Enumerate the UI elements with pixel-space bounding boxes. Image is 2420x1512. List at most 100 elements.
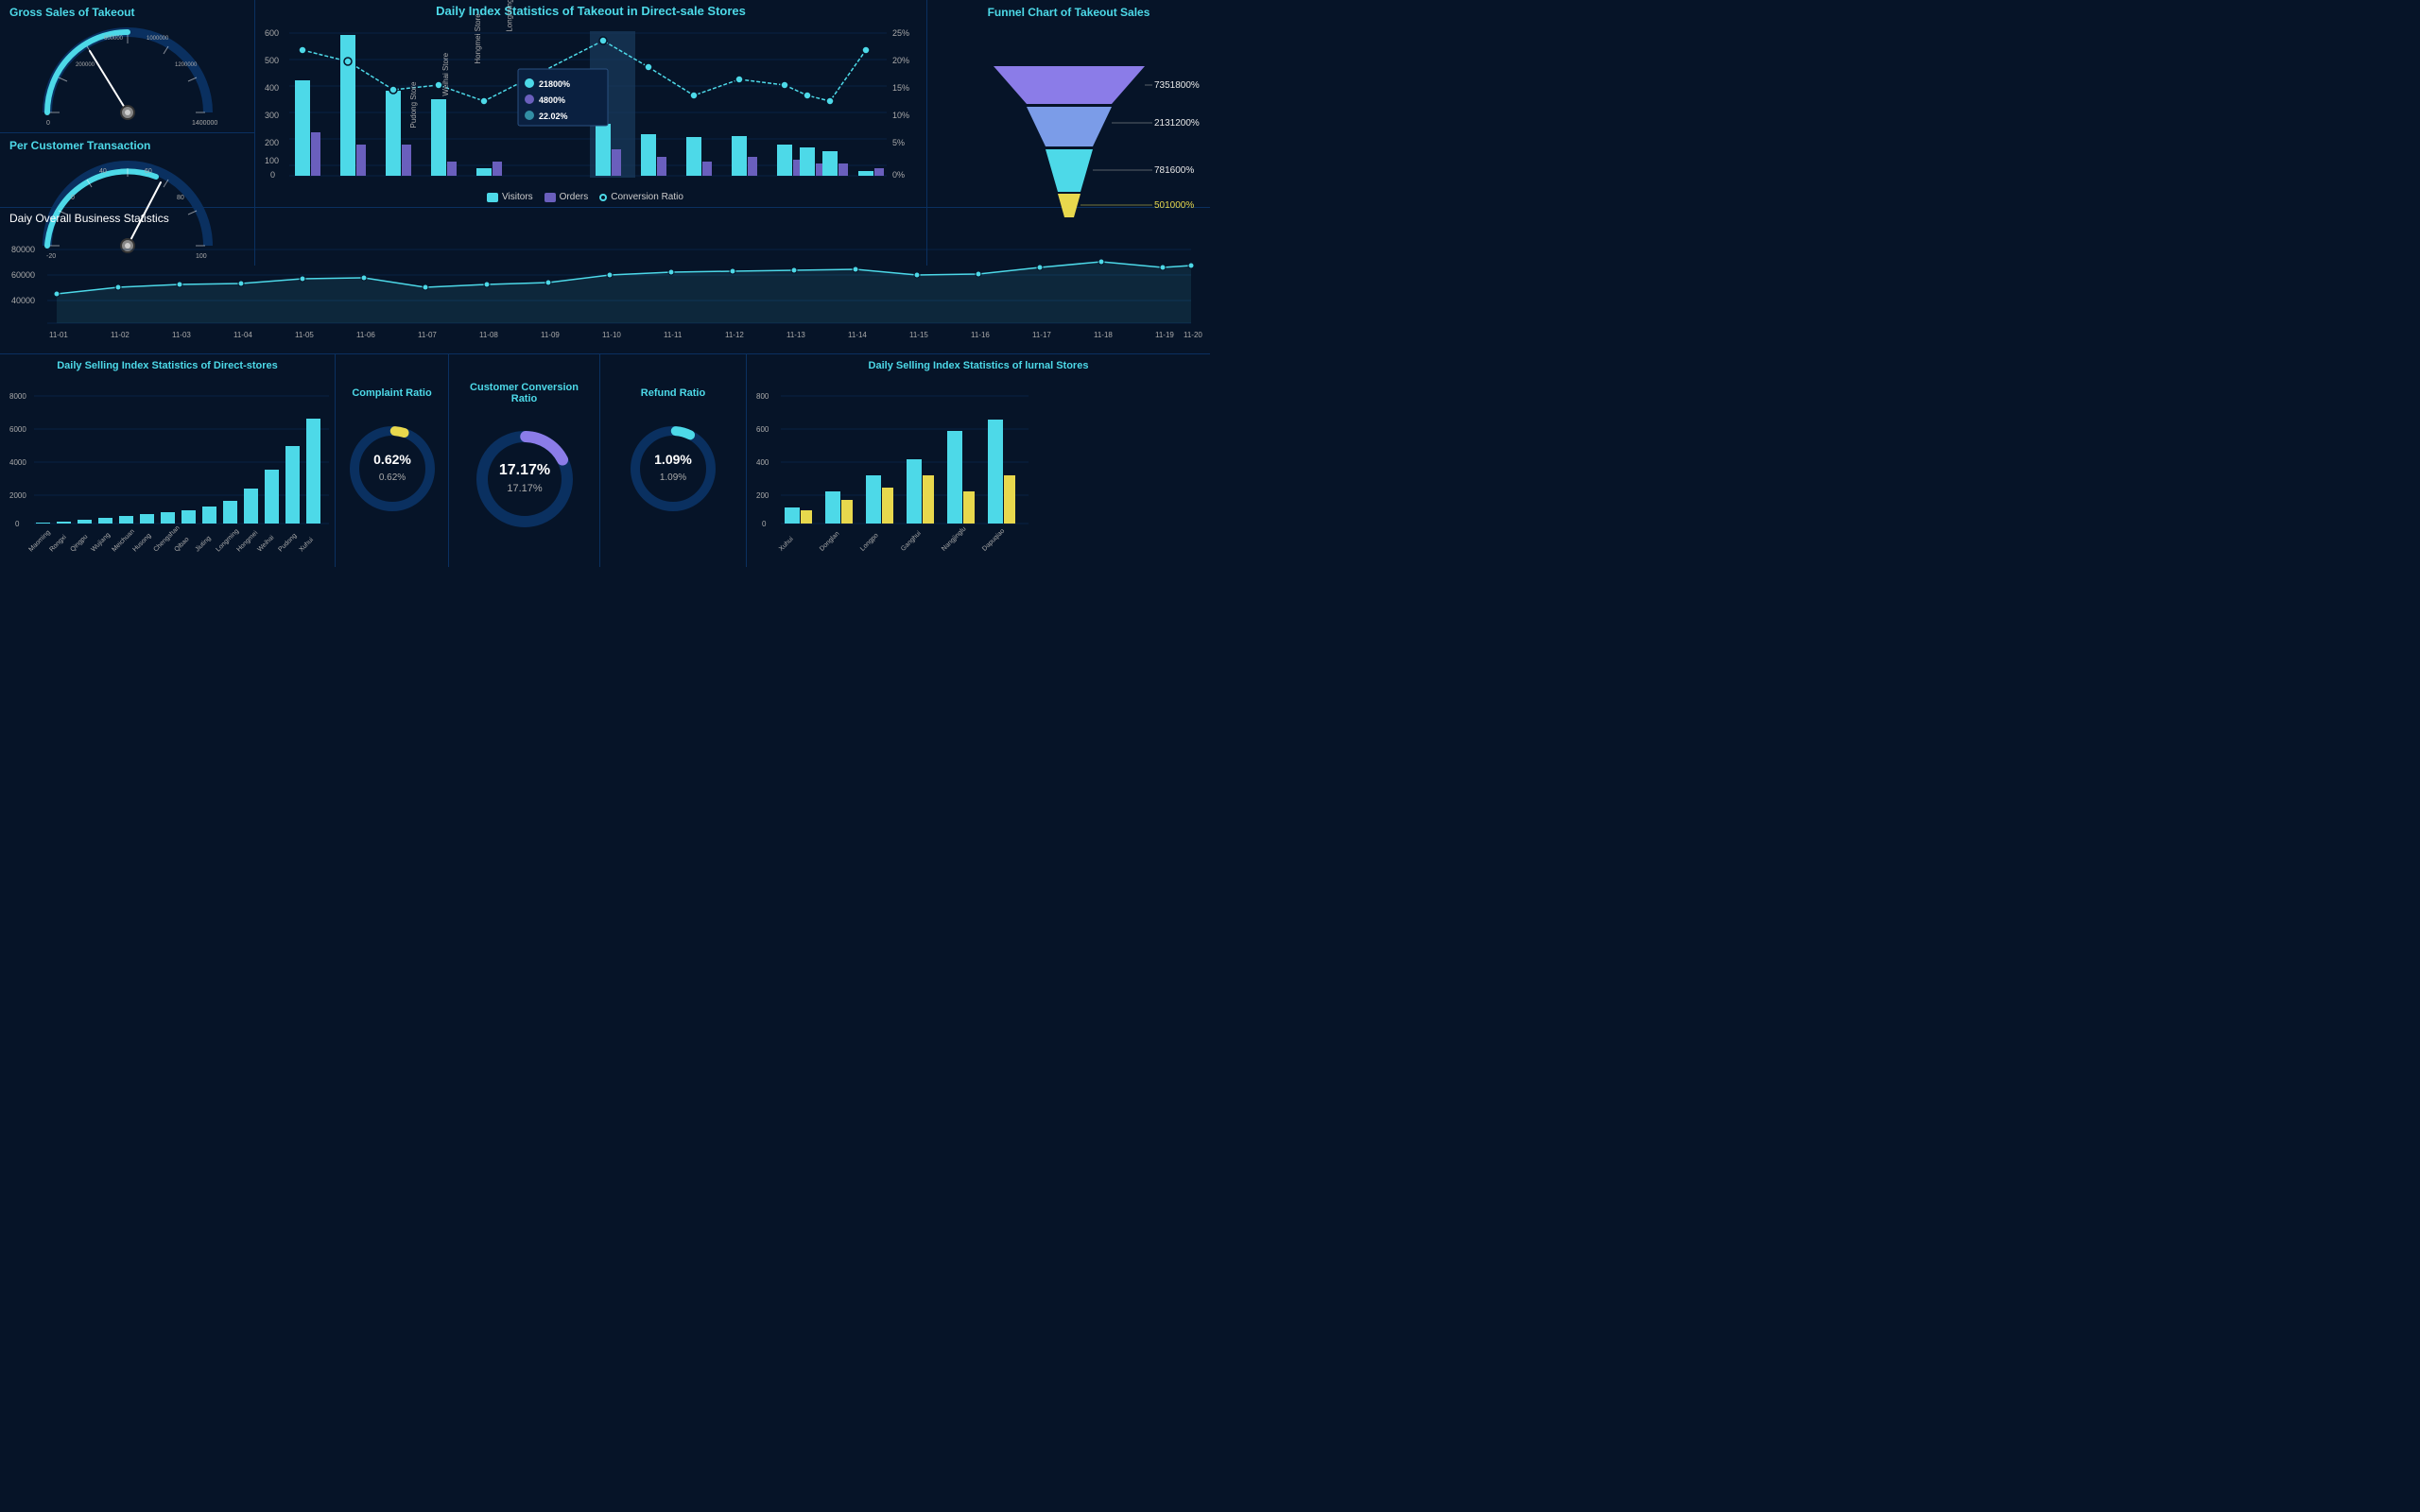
svg-text:11-04: 11-04	[233, 331, 252, 339]
svg-text:60000: 60000	[11, 270, 35, 280]
svg-text:200: 200	[756, 491, 769, 500]
funnel-panel: Funnel Chart of Takeout Sales 7351800% 2…	[926, 0, 1210, 266]
svg-text:11-17: 11-17	[1032, 331, 1051, 339]
svg-text:781600%: 781600%	[1154, 165, 1194, 176]
svg-text:11-06: 11-06	[356, 331, 375, 339]
svg-text:11-02: 11-02	[111, 331, 130, 339]
svg-text:20%: 20%	[892, 56, 909, 65]
svg-text:2131200%: 2131200%	[1154, 118, 1200, 129]
svg-text:1.09%: 1.09%	[660, 472, 686, 483]
svg-text:1200000: 1200000	[175, 62, 198, 68]
conversion-title: Customer Conversion Ratio	[457, 382, 592, 404]
lurnal-stores-title: Daily Selling Index Statistics of lurnal…	[754, 360, 1202, 371]
svg-text:0: 0	[46, 120, 50, 127]
svg-text:15%: 15%	[892, 83, 909, 93]
conversion-card: Customer Conversion Ratio 17.17% 17.17%	[449, 354, 600, 567]
svg-text:200: 200	[265, 138, 279, 147]
chart-legend: Visitors Orders Conversion Ratio	[263, 192, 919, 202]
svg-text:0%: 0%	[892, 170, 905, 180]
svg-text:300: 300	[265, 111, 279, 120]
svg-text:Longpo: Longpo	[859, 532, 880, 553]
svg-text:25%: 25%	[892, 28, 909, 38]
svg-text:11-11: 11-11	[664, 331, 683, 339]
svg-text:Pudong Store: Pudong Store	[409, 81, 418, 128]
svg-text:11-15: 11-15	[909, 331, 928, 339]
svg-text:11-12: 11-12	[725, 331, 744, 339]
svg-text:11-16: 11-16	[971, 331, 990, 339]
bar-line-chart: 600 500 400 300 200 100 0 25% 20% 15% 10…	[263, 22, 919, 262]
svg-text:600: 600	[265, 28, 279, 38]
svg-text:Husong: Husong	[131, 532, 152, 553]
svg-text:Hongmei Store: Hongmei Store	[474, 13, 482, 64]
funnel-title: Funnel Chart of Takeout Sales	[937, 6, 1201, 19]
svg-text:501000%: 501000%	[1154, 200, 1194, 211]
svg-text:400: 400	[756, 458, 769, 467]
svg-text:Longming Store: Longming Store	[506, 0, 514, 32]
svg-text:Qibao: Qibao	[173, 536, 190, 553]
svg-text:0: 0	[15, 520, 20, 528]
svg-text:11-20: 11-20	[1184, 331, 1202, 339]
svg-text:60: 60	[145, 168, 152, 175]
svg-text:11-01: 11-01	[49, 331, 68, 339]
svg-text:80: 80	[177, 195, 184, 201]
svg-text:600: 600	[756, 425, 769, 434]
svg-text:200000: 200000	[76, 62, 95, 68]
svg-text:4800%: 4800%	[539, 95, 565, 105]
svg-text:Maoming: Maoming	[27, 529, 51, 553]
svg-text:Xuhui: Xuhui	[298, 537, 315, 554]
svg-text:800: 800	[756, 392, 769, 401]
svg-text:11-08: 11-08	[479, 331, 498, 339]
svg-text:0.62%: 0.62%	[373, 452, 411, 467]
svg-text:1000000: 1000000	[147, 36, 169, 42]
svg-text:Dapuqiao: Dapuqiao	[981, 528, 1006, 553]
svg-text:Weihai: Weihai	[256, 534, 275, 553]
svg-text:17.17%: 17.17%	[507, 483, 543, 494]
svg-text:11-19: 11-19	[1155, 331, 1174, 339]
legend-visitors: Visitors	[502, 192, 533, 202]
svg-text:7351800%: 7351800%	[1154, 80, 1200, 91]
svg-text:11-14: 11-14	[848, 331, 867, 339]
legend-conversion: Conversion Ratio	[611, 192, 683, 202]
svg-text:21800%: 21800%	[539, 79, 570, 89]
svg-text:11-03: 11-03	[172, 331, 191, 339]
svg-text:500: 500	[265, 56, 279, 65]
svg-text:11-13: 11-13	[786, 331, 805, 339]
refund-title: Refund Ratio	[641, 387, 705, 399]
daily-index-title: Daily Index Statistics of Takeout in Dir…	[263, 4, 919, 18]
complaint-title: Complaint Ratio	[352, 387, 431, 399]
svg-text:Ganghui: Ganghui	[900, 530, 923, 553]
svg-text:10%: 10%	[892, 111, 909, 120]
svg-text:11-05: 11-05	[295, 331, 314, 339]
svg-text:5%: 5%	[892, 138, 905, 147]
svg-text:8000: 8000	[9, 392, 26, 401]
svg-text:40000: 40000	[11, 296, 35, 305]
svg-text:40: 40	[99, 168, 107, 175]
svg-text:Rongxi: Rongxi	[48, 534, 68, 554]
svg-text:17.17%: 17.17%	[498, 462, 549, 478]
complaint-card: Complaint Ratio 0.62% 0.62%	[336, 354, 449, 567]
per-customer-title: Per Customer Transaction	[9, 139, 150, 152]
svg-text:Wujiang: Wujiang	[90, 532, 112, 554]
svg-text:Jiuting: Jiuting	[194, 535, 212, 553]
dashboard: Gross Sales of Takeout	[0, 0, 1210, 756]
svg-text:11-09: 11-09	[541, 331, 560, 339]
svg-text:Nangjinglu: Nangjinglu	[941, 525, 967, 552]
svg-text:0.62%: 0.62%	[378, 472, 405, 483]
svg-text:4000: 4000	[9, 458, 26, 467]
gross-sales-gauge: 0 200000 600000 1000000 1200000 1400000	[9, 23, 245, 127]
svg-text:11-07: 11-07	[418, 331, 437, 339]
svg-text:0: 0	[762, 520, 767, 528]
svg-text:Xuhui: Xuhui	[778, 536, 795, 553]
svg-text:Pudong: Pudong	[277, 532, 298, 553]
svg-text:600000: 600000	[104, 36, 124, 42]
svg-text:22.02%: 22.02%	[539, 112, 568, 121]
svg-text:Donglan: Donglan	[819, 530, 840, 552]
center-panel: Daily Index Statistics of Takeout in Dir…	[255, 0, 926, 266]
svg-text:Weihai Store: Weihai Store	[441, 52, 450, 95]
row1: Gross Sales of Takeout	[0, 0, 1210, 208]
direct-stores-card: Daily Selling Index Statistics of Direct…	[0, 354, 336, 567]
svg-text:0: 0	[270, 170, 275, 180]
svg-text:Qingpu: Qingpu	[69, 533, 89, 553]
svg-text:11-18: 11-18	[1094, 331, 1113, 339]
svg-text:400: 400	[265, 83, 279, 93]
